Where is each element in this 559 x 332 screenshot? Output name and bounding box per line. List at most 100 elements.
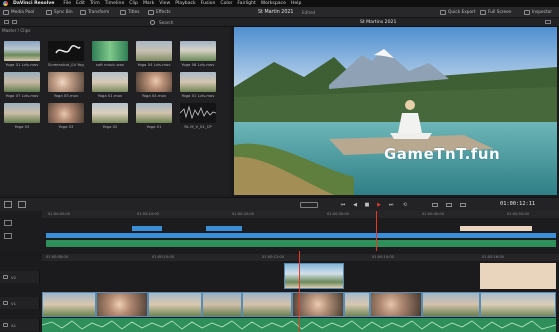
rewind-icon[interactable]: ◀ [352, 202, 358, 208]
track-header-v2[interactable]: V2 [0, 271, 40, 283]
clip-name: Yoga 06 Lvls.mov [181, 62, 215, 67]
clip-thumbnail[interactable]: Yoga 01.mov [92, 72, 128, 98]
clip-name: Yoga 04 Lvls.mov [137, 62, 171, 67]
track-header-a1[interactable]: A1 [0, 319, 40, 331]
transport-bar: ⏮ ◀ ■ ▶ ⏭ ⟲ 01:00:12:11 [0, 197, 559, 211]
menu-clip[interactable]: Clip [129, 1, 138, 6]
stop-icon[interactable]: ■ [364, 202, 370, 208]
upper-playhead[interactable] [376, 211, 377, 251]
timeline-clip[interactable] [42, 292, 96, 317]
clip-name: Yoga 01 [146, 124, 162, 129]
clip-thumbnail[interactable]: Yoga 01 Lvls.mov [180, 72, 216, 98]
quick-export-button[interactable]: Quick Export [440, 9, 476, 16]
play-icon[interactable]: ▶ [376, 202, 382, 208]
timeline-clip[interactable] [284, 263, 344, 289]
titles-button[interactable]: Titles [120, 9, 139, 16]
menu-edit[interactable]: Edit [76, 1, 85, 6]
timeline-clip[interactable] [370, 292, 422, 317]
menu-trim[interactable]: Trim [90, 1, 100, 6]
lock-icon[interactable] [3, 275, 8, 279]
sync-bin-button[interactable]: Sync Bin [46, 9, 73, 16]
timeline-clip[interactable] [132, 226, 162, 231]
clip-thumbnail[interactable]: Yoga 01 Lvls.mov [4, 41, 40, 67]
clip-thumbnail[interactable]: Yoga 03 [48, 103, 84, 129]
track-header-v1[interactable]: V1 [0, 297, 40, 309]
clip-thumbnail[interactable]: soft music.wav [92, 41, 128, 67]
go-to-end-icon[interactable]: ⏭ [388, 202, 394, 208]
menu-file[interactable]: File [63, 1, 71, 6]
menu-fairlight[interactable]: Fairlight [237, 1, 255, 6]
menu-timeline[interactable]: Timeline [105, 1, 125, 6]
clip-thumbnail[interactable]: Yoga 07 Lvls.mov [4, 72, 40, 98]
clip-image [4, 72, 40, 92]
timeline-clip[interactable] [202, 292, 242, 317]
clip-image [92, 41, 128, 61]
timeline-clip[interactable] [242, 292, 292, 317]
menu-view[interactable]: View [159, 1, 170, 6]
app-name: DaVinci Resolve [13, 1, 55, 6]
video-track-strip[interactable] [46, 233, 556, 238]
upper-ruler[interactable]: 01:00:00:00 01:00:10:00 01:00:20:00 01:0… [42, 211, 559, 218]
transform-button[interactable]: Transform [80, 9, 109, 16]
menu-playback[interactable]: Playback [175, 1, 196, 6]
ruler-tick-label: 01:00:00:00 [48, 212, 70, 216]
lock-icon[interactable] [3, 323, 8, 327]
inspector-button[interactable]: Inspector [524, 9, 552, 16]
title-clip[interactable] [460, 226, 532, 231]
viewer-options-icon[interactable] [545, 20, 551, 24]
menu-help[interactable]: Help [291, 1, 301, 6]
timeline-clip[interactable] [206, 226, 242, 231]
viewer-fit-icon[interactable] [446, 203, 452, 207]
search-label[interactable]: Search [159, 20, 173, 25]
title-clip[interactable] [480, 263, 556, 289]
snapping-icon[interactable] [18, 201, 26, 208]
effects-button[interactable]: Effects [148, 9, 171, 16]
clip-thumbnail[interactable]: Yoga 05.mov [48, 72, 84, 98]
metadata-icon[interactable] [12, 20, 17, 24]
ruler-tick-label: 01:00:12:00 [262, 255, 284, 259]
clip-thumbnail[interactable]: Yoga 01 [136, 103, 172, 129]
media-pool-button[interactable]: Media Pool [3, 9, 34, 16]
lower-playhead[interactable] [299, 251, 300, 332]
track-eye-icon[interactable] [4, 233, 12, 239]
timeline-clip[interactable] [422, 292, 480, 317]
lower-ruler[interactable]: 01:00:08:00 01:00:10:00 01:00:12:00 01:0… [42, 254, 559, 261]
clip-image [136, 41, 172, 61]
menu-mark[interactable]: Mark [143, 1, 154, 6]
ruler-tick-label: 01:00:40:00 [422, 212, 444, 216]
clip-name: Yoga 01.mov [97, 93, 123, 98]
clip-name: RL M_V_01_CP [184, 124, 212, 129]
timeline-clip[interactable] [480, 292, 556, 317]
expand-icon[interactable] [460, 203, 466, 207]
menu-fusion[interactable]: Fusion [201, 1, 216, 6]
clip-thumbnail[interactable]: Yoga 04 Lvls.mov [136, 41, 172, 67]
menu-color[interactable]: Color [220, 1, 232, 6]
clip-image [136, 103, 172, 123]
menu-workspace[interactable]: Workspace [261, 1, 286, 6]
clip-thumbnail[interactable]: Yoga 03 [4, 103, 40, 129]
timeline-clip[interactable] [96, 292, 148, 317]
full-screen-button[interactable]: Full Screen [480, 9, 512, 16]
go-to-start-icon[interactable]: ⏮ [340, 202, 346, 208]
lock-icon[interactable] [3, 301, 8, 305]
clip-thumbnail[interactable]: Yoga 02 [92, 103, 128, 129]
clip-thumbnail[interactable]: Screenshot_04 Yoga.mov [48, 41, 84, 67]
loop-icon[interactable]: ⟲ [402, 202, 408, 208]
audio-track-strip[interactable] [46, 240, 556, 247]
search-icon[interactable] [150, 19, 155, 25]
timeline-clip[interactable] [344, 292, 370, 317]
viewer-mode-icon[interactable] [4, 201, 12, 208]
clip-name: Screenshot_04 Yoga.mov [48, 62, 84, 67]
clip-thumbnail[interactable]: Yoga 04.mov [136, 72, 172, 98]
track-lock-icon[interactable] [4, 220, 12, 226]
video-frame[interactable]: GameTnT.fun [234, 27, 557, 195]
audio-icon[interactable] [432, 203, 438, 207]
clip-image [180, 41, 216, 61]
clip-thumbnail[interactable]: RL M_V_01_CP [180, 103, 216, 129]
timeline-clip[interactable] [148, 292, 202, 317]
bin-list-icon[interactable] [4, 20, 9, 24]
timecode-display: 01:00:12:11 [500, 201, 536, 207]
clip-thumbnail[interactable]: Yoga 06 Lvls.mov [180, 41, 216, 67]
clip-name: Yoga 05.mov [53, 93, 79, 98]
playback-speed-icon[interactable] [300, 202, 318, 208]
